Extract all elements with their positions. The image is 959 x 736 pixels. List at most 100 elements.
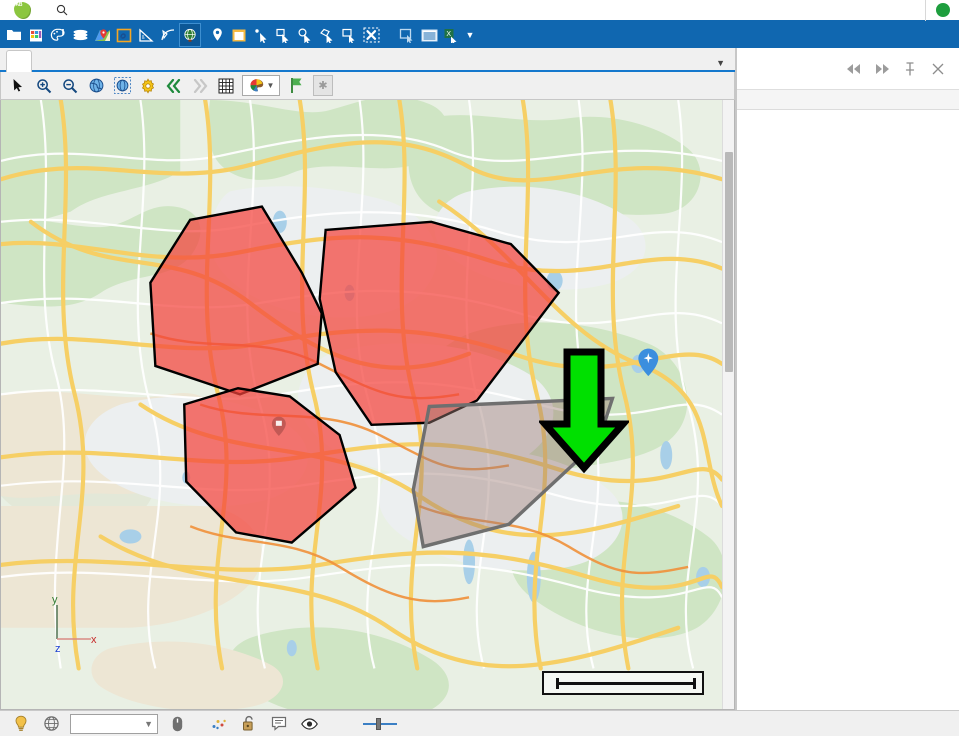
help-button[interactable] <box>925 0 959 21</box>
app-logo <box>0 0 44 21</box>
database-table-button[interactable] <box>25 23 47 47</box>
grid-icon <box>218 78 234 93</box>
mouse-coordinate-indicator <box>162 712 192 736</box>
lock-toggle-button[interactable] <box>234 712 264 736</box>
clear-selection-x-icon <box>363 27 379 43</box>
next-view-tool[interactable] <box>187 74 213 98</box>
folder-icon <box>7 30 21 40</box>
hint-toggle-button[interactable] <box>6 712 36 736</box>
view-tabstrip: ▼ <box>0 48 735 72</box>
curve-tool-button[interactable] <box>157 23 179 47</box>
search-icon <box>56 4 68 16</box>
view-settings-tool[interactable] <box>135 74 161 98</box>
globe-wireframe-icon <box>43 716 59 731</box>
zoom-slider[interactable] <box>352 717 402 730</box>
clear-selection-button[interactable] <box>360 23 382 47</box>
gear-icon <box>141 77 155 94</box>
layers-nav-forward-button[interactable] <box>869 57 895 81</box>
zoom-extents-tool[interactable] <box>83 74 109 98</box>
view-pane: ▼ ▼ ✱ y x z <box>0 48 736 710</box>
select-point-button[interactable] <box>250 23 272 47</box>
select-rectangle-button[interactable] <box>272 23 294 47</box>
zoom-slider-knob[interactable] <box>376 717 381 730</box>
globe-view-button[interactable] <box>179 23 201 47</box>
layers-stack-button[interactable] <box>69 23 91 47</box>
pointer-tool[interactable] <box>5 74 31 98</box>
globe-selected-icon <box>113 77 131 94</box>
create-area-button[interactable] <box>228 23 250 47</box>
scale-bar-line <box>556 677 696 689</box>
ribbon-overflow-caret[interactable]: ▼ <box>462 30 478 40</box>
zoom-slider-track[interactable] <box>363 717 397 730</box>
menu-search[interactable] <box>44 4 84 16</box>
triangle-right-icon <box>876 63 889 74</box>
help-icon <box>935 3 950 17</box>
bookmark-flag-icon <box>290 78 301 93</box>
layers-panel-header <box>737 48 959 90</box>
previous-view-tool[interactable] <box>161 74 187 98</box>
palette-settings-button[interactable] <box>47 23 69 47</box>
projection-button[interactable] <box>36 712 66 736</box>
open-folder-button[interactable] <box>3 23 25 47</box>
globe-icon <box>184 28 196 42</box>
layers-nav-back-button[interactable] <box>841 57 867 81</box>
palette-icon <box>50 28 65 41</box>
tab-main-view[interactable] <box>6 50 32 72</box>
layers-icon <box>73 29 87 41</box>
map-canvas[interactable]: y x z <box>1 100 722 709</box>
location-pin-icon <box>212 28 222 41</box>
cursor-rect-icon <box>275 28 288 43</box>
map-vertical-scrollbar[interactable] <box>722 100 734 709</box>
color-picker-dropdown[interactable]: ▼ <box>242 75 280 96</box>
green-down-arrow-annotation <box>539 348 629 474</box>
zoom-in-icon <box>37 78 52 93</box>
boundary-button[interactable] <box>113 23 135 47</box>
color-picker-caret: ▼ <box>266 81 275 90</box>
area-rectangle-icon <box>232 29 246 41</box>
zoom-out-icon <box>63 78 78 93</box>
map-pin-icon <box>94 28 110 41</box>
select-circle-button[interactable] <box>294 23 316 47</box>
zoom-in-tool[interactable] <box>31 74 57 98</box>
gis-application-window: X ▼ ▼ <box>0 0 959 736</box>
cursor-circle-icon <box>297 27 310 43</box>
color-palette-icon <box>250 79 263 92</box>
layers-close-button[interactable] <box>925 57 951 81</box>
map-scale-dropdown[interactable]: ▼ <box>70 713 158 734</box>
extra-tool-button[interactable]: ✱ <box>313 75 333 96</box>
map-scrollbar-thumb[interactable] <box>725 152 733 372</box>
selection-list-button[interactable] <box>418 23 440 47</box>
map-toolbar: ▼ ✱ <box>0 72 735 100</box>
curve-icon <box>161 28 175 40</box>
export-excel-button[interactable]: X <box>440 23 462 47</box>
place-marker-button[interactable] <box>206 23 228 47</box>
grid-toggle-tool[interactable] <box>213 74 239 98</box>
double-chevron-right-icon <box>193 78 208 93</box>
measure-angle-button[interactable] <box>135 23 157 47</box>
bookmark-tool[interactable] <box>283 74 309 98</box>
layers-pin-button[interactable] <box>897 57 923 81</box>
axis-gizmo: y x z <box>52 594 97 653</box>
layers-panel <box>736 48 959 710</box>
table-grid-icon <box>29 28 43 42</box>
snap-points-icon <box>212 719 226 729</box>
select-polygon-button[interactable] <box>316 23 338 47</box>
zoom-out-tool[interactable] <box>57 74 83 98</box>
selection-window-button[interactable] <box>396 23 418 47</box>
map-scale-caret: ▼ <box>144 718 153 729</box>
map-view[interactable]: y x z <box>0 100 735 710</box>
africa-logo-icon <box>13 1 31 19</box>
arrow-cursor-icon <box>13 79 22 92</box>
annotation-button[interactable] <box>264 712 294 736</box>
unlocked-padlock-icon <box>243 715 253 731</box>
zoom-selected-tool[interactable] <box>109 74 135 98</box>
double-chevron-left-icon <box>166 78 181 93</box>
status-bar: ▼ <box>0 710 959 736</box>
main-body: ▼ ▼ ✱ y x z <box>0 48 959 710</box>
snap-settings-button[interactable] <box>204 712 234 736</box>
svg-text:z: z <box>55 643 61 653</box>
select-box-button[interactable] <box>338 23 360 47</box>
map-pin-button[interactable] <box>91 23 113 47</box>
tabstrip-overflow-caret[interactable]: ▼ <box>716 58 725 68</box>
icon-toolbar: X ▼ <box>0 22 959 48</box>
